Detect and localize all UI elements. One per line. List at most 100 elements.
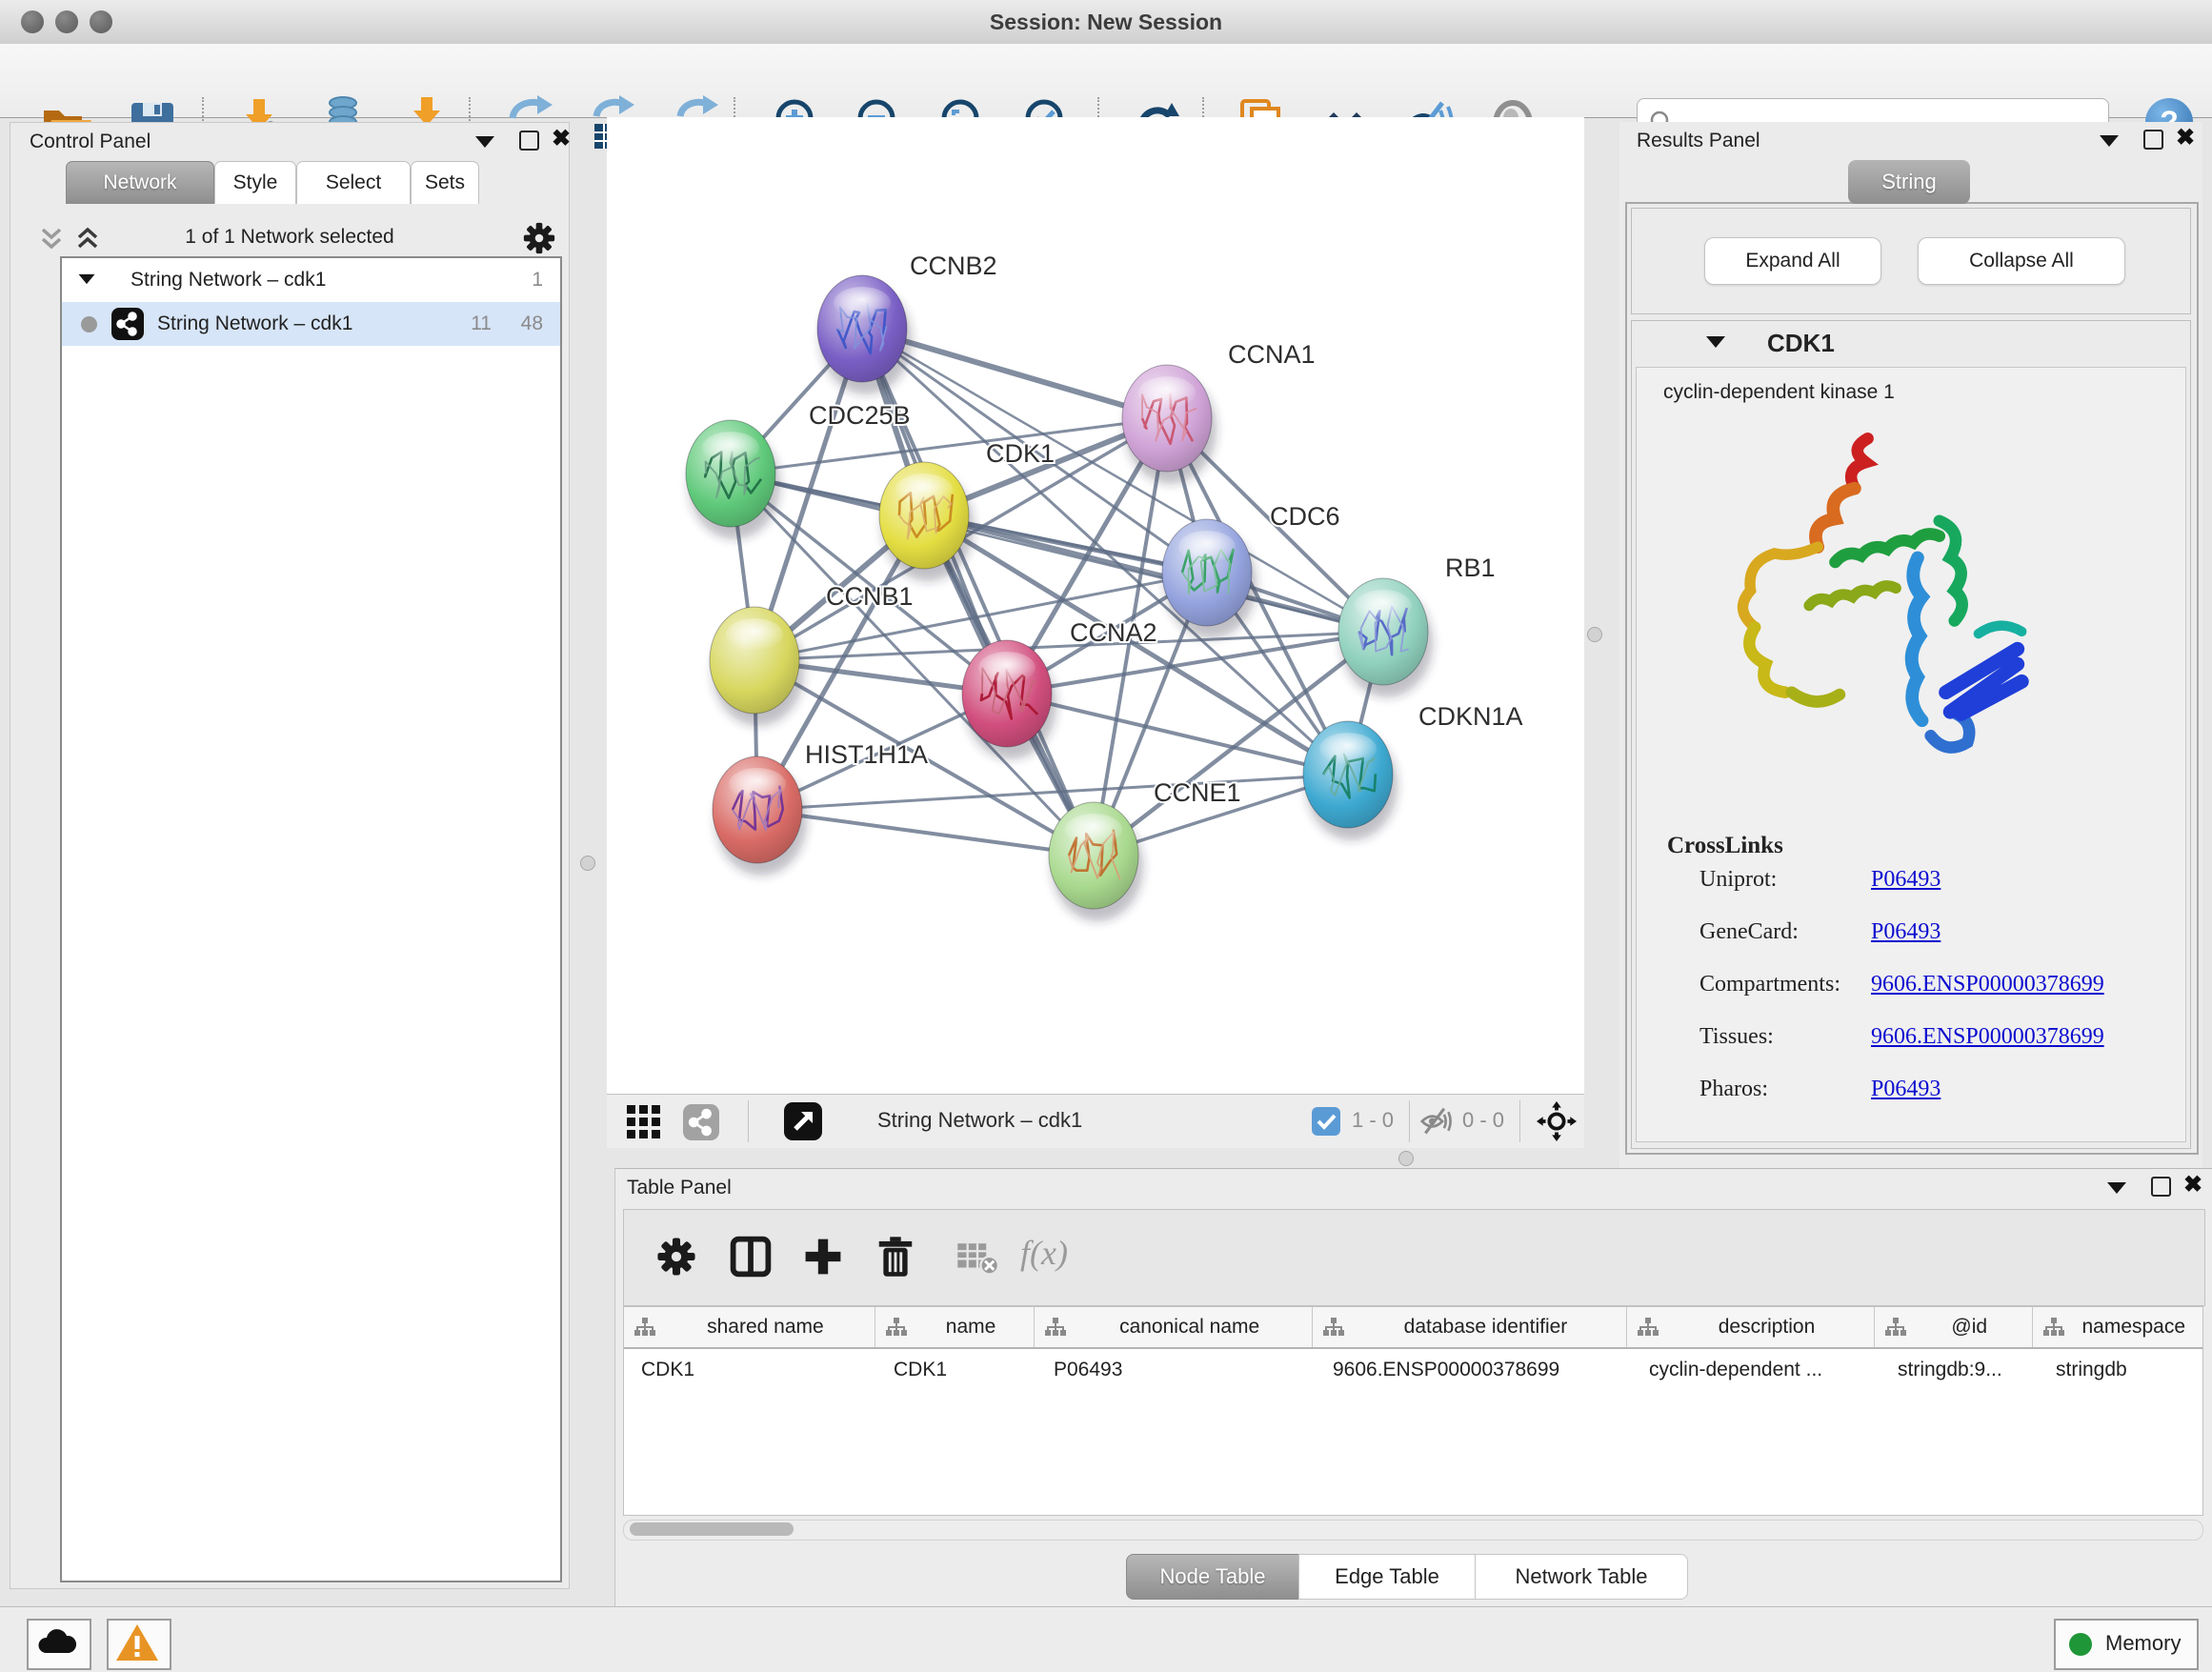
gear-icon — [654, 1235, 698, 1279]
crosslink-row: Compartments: 9606.ENSP00000378699 — [1637, 972, 2185, 1010]
node-section-header[interactable]: CDK1 — [1632, 321, 2190, 365]
crosslink-link[interactable]: P06493 — [1871, 1077, 1941, 1102]
tab-select[interactable]: Select — [296, 161, 411, 204]
tab-sets[interactable]: Sets — [411, 161, 479, 204]
horizontal-scrollbar[interactable] — [623, 1520, 2203, 1541]
table-panel: Table Panel ✖ — [614, 1168, 2212, 1607]
tab-network[interactable]: Network — [66, 161, 214, 204]
close-panel-icon[interactable]: ✖ — [552, 129, 571, 150]
crosslinks-title: CrossLinks — [1667, 833, 1783, 859]
string-network-view[interactable]: CCNB2CCNA1CDC25BCDK1CDC6RB1CCNB1CCNA2CDK… — [607, 117, 1584, 1094]
network-view-share-icon[interactable] — [683, 1104, 719, 1140]
section-collapse-icon[interactable] — [1706, 336, 1725, 348]
column-type-icon — [1322, 1316, 1345, 1339]
crosslink-row: Tissues: 9606.ENSP00000378699 — [1637, 1024, 2185, 1062]
memory-button[interactable]: Memory — [2054, 1619, 2199, 1670]
hidden-eye-slash-icon[interactable] — [1418, 1106, 1453, 1137]
collection-label: String Network – cdk1 — [131, 269, 326, 292]
column-type-icon — [1884, 1316, 1907, 1339]
selected-node-edge-counts: 1 - 0 — [1352, 1108, 1394, 1133]
crosslink-link[interactable]: P06493 — [1871, 867, 1941, 893]
horizontal-splitter-handle[interactable] — [1398, 1151, 1414, 1166]
tree-expand-icon[interactable] — [79, 274, 95, 284]
delete-column-button[interactable] — [874, 1235, 917, 1279]
node-gloss — [834, 287, 891, 319]
tab-node-table[interactable]: Node Table — [1126, 1554, 1299, 1600]
node-label-CCNA1: CCNA1 — [1228, 340, 1316, 369]
collapse-all-button[interactable]: Collapse All — [1918, 237, 2125, 285]
network-collection-row[interactable]: String Network – cdk1 1 — [62, 258, 560, 302]
crosslink-label: GeneCard: — [1699, 919, 1799, 945]
control-panel: Control Panel ✖ Network Style Select Set… — [10, 122, 570, 1589]
node-gloss — [726, 618, 783, 651]
table-row[interactable]: CDK1 CDK1 P06493 9606.ENSP00000378699 cy… — [624, 1349, 2202, 1391]
network-edge[interactable] — [757, 810, 1094, 856]
float-panel-icon[interactable] — [2151, 1177, 2171, 1197]
float-panel-icon[interactable] — [2143, 130, 2163, 150]
node-gloss — [1178, 531, 1236, 563]
fit-content-crosshair-icon[interactable] — [1537, 1101, 1577, 1141]
panel-menu-icon[interactable] — [2100, 135, 2119, 147]
column-header-canonical-name[interactable]: canonical name — [1035, 1307, 1313, 1347]
close-panel-icon[interactable]: ✖ — [2183, 1175, 2202, 1196]
network-label: String Network – cdk1 — [157, 312, 352, 335]
crosslink-link[interactable]: 9606.ENSP00000378699 — [1871, 1024, 2104, 1050]
network-canvas[interactable]: CCNB2CCNA1CDC25BCDK1CDC6RB1CCNB1CCNA2CDK… — [607, 117, 1584, 1094]
hidden-node-edge-counts: 0 - 0 — [1462, 1108, 1504, 1133]
network-edge[interactable] — [1007, 694, 1348, 775]
delete-table-button[interactable] — [955, 1235, 999, 1279]
add-column-button[interactable] — [801, 1235, 845, 1279]
close-panel-icon[interactable]: ✖ — [2176, 128, 2195, 149]
tab-style[interactable]: Style — [214, 161, 296, 204]
results-panel-title: Results Panel — [1637, 130, 1760, 152]
left-splitter-handle[interactable] — [580, 856, 595, 871]
expand-all-button[interactable]: Expand All — [1704, 237, 1881, 285]
collection-count: 1 — [532, 269, 543, 292]
column-header-namespace[interactable]: namespace — [2033, 1307, 2202, 1347]
selected-checkbox-icon[interactable] — [1312, 1107, 1340, 1136]
status-bar: Memory — [0, 1606, 2212, 1672]
column-type-icon — [1044, 1316, 1067, 1339]
node-gloss — [895, 473, 953, 506]
column-header-description[interactable]: description — [1627, 1307, 1875, 1347]
scrollbar-thumb[interactable] — [630, 1522, 794, 1536]
delete-table-icon — [955, 1235, 999, 1279]
function-builder-button[interactable]: f(x) — [1020, 1233, 1068, 1273]
tab-edge-table[interactable]: Edge Table — [1298, 1554, 1476, 1600]
birdseye-view-icon[interactable] — [784, 1102, 822, 1140]
node-label-CCNA2: CCNA2 — [1070, 618, 1157, 647]
crosslink-link[interactable]: 9606.ENSP00000378699 — [1871, 972, 2104, 997]
right-splitter-handle[interactable] — [1587, 627, 1602, 642]
panel-menu-icon[interactable] — [475, 136, 494, 148]
node-label-CDKN1A: CDKN1A — [1418, 702, 1523, 731]
column-type-icon — [633, 1316, 656, 1339]
window-title: Session: New Session — [0, 0, 2212, 44]
node-section: CDK1 cyclin-dependent kinase 1 — [1631, 320, 2191, 1149]
node-label-CCNB2: CCNB2 — [910, 252, 997, 280]
table-settings-button[interactable] — [654, 1235, 698, 1279]
tab-string[interactable]: String — [1848, 160, 1970, 204]
column-header-name[interactable]: name — [875, 1307, 1036, 1347]
node-label-CCNB1: CCNB1 — [826, 582, 914, 611]
network-row-selected[interactable]: String Network – cdk1 11 48 — [62, 302, 560, 346]
panel-menu-icon[interactable] — [2107, 1182, 2126, 1194]
show-columns-button[interactable] — [729, 1235, 773, 1279]
cloud-status-button[interactable] — [27, 1619, 91, 1670]
gear-icon[interactable] — [521, 220, 557, 256]
crosslink-row: GeneCard: P06493 — [1637, 919, 2185, 957]
protein-structure-image — [1698, 421, 2060, 812]
column-header-shared-name[interactable]: shared name — [624, 1307, 875, 1347]
column-type-icon — [885, 1316, 908, 1339]
warnings-button[interactable] — [107, 1619, 171, 1670]
network-selection-row: 1 of 1 Network selected — [10, 216, 569, 260]
column-header-id[interactable]: @id — [1875, 1307, 2033, 1347]
node-label-CDC6: CDC6 — [1270, 502, 1340, 531]
crosslink-link[interactable]: P06493 — [1871, 919, 1941, 945]
toolbar-divider — [1519, 1100, 1520, 1142]
crosslink-label: Pharos: — [1699, 1077, 1768, 1102]
tab-network-table[interactable]: Network Table — [1475, 1554, 1688, 1600]
node-label-CDK1: CDK1 — [986, 439, 1055, 468]
grid-view-icon[interactable] — [626, 1104, 662, 1140]
float-panel-icon[interactable] — [519, 131, 539, 151]
column-header-database-identifier[interactable]: database identifier — [1313, 1307, 1627, 1347]
